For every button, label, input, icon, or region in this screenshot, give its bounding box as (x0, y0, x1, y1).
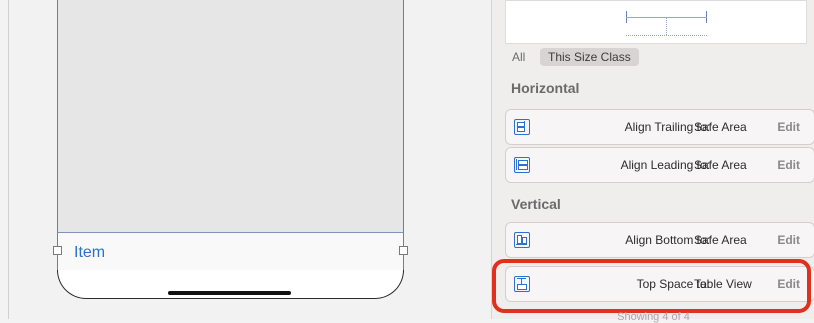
preview-dashed-edge (626, 35, 707, 36)
table-view[interactable] (57, 0, 404, 232)
size-inspector-panel: All This Size Class Horizontal Align Tra… (491, 0, 814, 323)
align-leading-icon (514, 157, 530, 173)
edit-button[interactable]: Edit (777, 158, 800, 172)
edit-button[interactable]: Edit (777, 120, 800, 134)
tab-all[interactable]: All (512, 50, 525, 64)
section-header-vertical: Vertical (511, 196, 561, 212)
edit-button[interactable]: Edit (777, 233, 800, 247)
constraint-row-align-bottom[interactable]: Align Bottom to: Safe Area Edit (505, 222, 814, 258)
constraint-target: Safe Area (694, 233, 747, 247)
resize-handle-left[interactable] (53, 246, 62, 255)
resize-handle-right[interactable] (399, 246, 408, 255)
tab-bar-item-label[interactable]: Item (74, 244, 105, 262)
align-bottom-icon (514, 232, 530, 248)
section-header-horizontal: Horizontal (511, 80, 580, 96)
tab-this-size-class[interactable]: This Size Class (540, 48, 639, 66)
device-bottom-bezel (57, 270, 404, 299)
device-frame: Item (53, 0, 408, 299)
constraint-row-align-trailing[interactable]: Align Trailing to: Safe Area Edit (505, 109, 814, 145)
constraint-target: Safe Area (694, 158, 747, 172)
highlight-annotation (492, 259, 811, 313)
storyboard-canvas[interactable]: Item (8, 0, 491, 319)
constraint-preview (505, 0, 807, 44)
constraints-count: Showing 4 of 4 (617, 311, 690, 323)
tab-bar[interactable]: Item (57, 232, 404, 272)
constraint-row-align-leading[interactable]: Align Leading to: Safe Area Edit (505, 147, 814, 183)
preview-center-line (666, 17, 667, 35)
align-trailing-icon (514, 119, 530, 135)
home-indicator (168, 291, 291, 295)
constraint-target: Safe Area (694, 120, 747, 134)
